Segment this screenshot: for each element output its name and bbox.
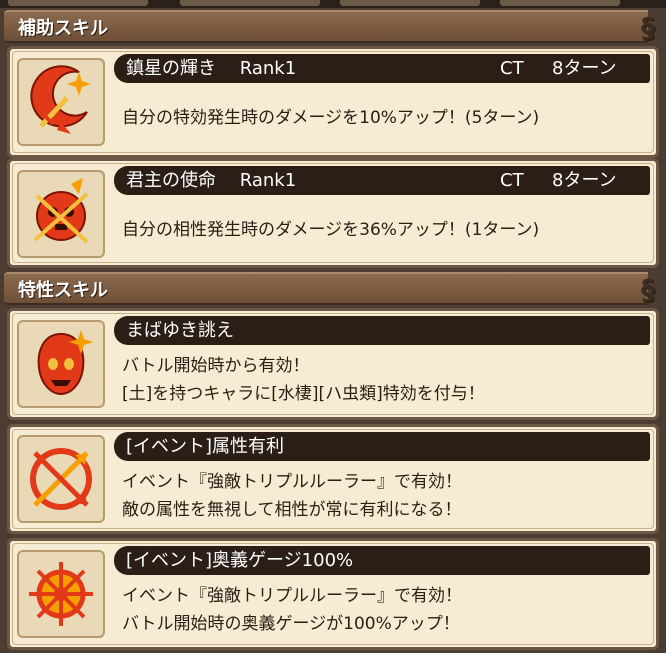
skill-description-line-1: バトル開始時から有効！	[122, 356, 310, 376]
support-skills-header-label: 補助スキル	[18, 18, 108, 39]
skill-title-bar: [イベント]奥義ゲージ100%	[114, 546, 650, 575]
top-edge	[0, 0, 666, 8]
skull-burst-icon	[17, 320, 105, 408]
support-skill-card[interactable]: 君主の使命 Rank1 CT 8ターン 自分の相性発生時のダメージを36%アップ…	[7, 158, 659, 268]
support-skills-header: 補助スキル §	[4, 10, 655, 44]
skill-description-line-2: [土]を持つキャラに[水棲][ハ虫類]特効を付与！	[122, 384, 485, 404]
skill-description: 自分の相性発生時のダメージを36%アップ！(1ターン)	[122, 220, 540, 240]
compass-star-icon	[17, 550, 105, 638]
crescent-sword-icon	[17, 58, 105, 146]
skill-description-line-2: 敵の属性を無視して相性が常に有利になる！	[122, 500, 462, 520]
skull-swords-icon	[17, 170, 105, 258]
ct-label: CT	[500, 170, 524, 191]
skill-title-bar: [イベント]属性有利	[114, 432, 650, 461]
ct-label: CT	[500, 58, 524, 79]
skill-description-line-1: イベント『強敵トリプルルーラー』で有効！	[122, 472, 462, 492]
ct-turns: 8ターン	[552, 170, 617, 191]
ct-turns: 8ターン	[552, 58, 617, 79]
trait-skill-card[interactable]: まばゆき誂え バトル開始時から有効！ [土]を持つキャラに[水棲][ハ虫類]特効…	[7, 308, 659, 420]
skill-name: まばゆき誂え	[126, 320, 234, 341]
skill-description-line-2: バトル開始時の奥義ゲージが100%アップ！	[122, 614, 460, 634]
support-skill-card[interactable]: 鎮星の輝き Rank1 CT 8ターン 自分の特効発生時のダメージを10%アップ…	[7, 46, 659, 158]
trait-skills-header: 特性スキル §	[4, 272, 655, 306]
skill-name: [イベント]奥義ゲージ100%	[126, 550, 354, 571]
trait-skill-card[interactable]: [イベント]奥義ゲージ100% イベント『強敵トリプルルーラー』で有効！ バトル…	[7, 538, 659, 650]
trait-skills-header-label: 特性スキル	[18, 280, 108, 301]
skill-description-line-1: イベント『強敵トリプルルーラー』で有効！	[122, 586, 462, 606]
scroll-curl-icon: §	[641, 273, 655, 306]
crossed-arrows-icon	[17, 435, 105, 523]
skill-title-bar: 君主の使命 Rank1 CT 8ターン	[114, 166, 650, 195]
skill-description: 自分の特効発生時のダメージを10%アップ！(5ターン)	[122, 108, 540, 128]
skill-name: 鎮星の輝き	[126, 58, 216, 79]
skill-panel: 補助スキル § 鎮星の輝き Rank1 CT 8ターン 自分の特効発生時のダメー…	[0, 0, 666, 653]
trait-skill-card[interactable]: [イベント]属性有利 イベント『強敵トリプルルーラー』で有効！ 敵の属性を無視し…	[7, 424, 659, 534]
skill-title-bar: まばゆき誂え	[114, 316, 650, 345]
skill-name: [イベント]属性有利	[126, 436, 285, 457]
skill-rank: Rank1	[239, 170, 297, 191]
skill-title-bar: 鎮星の輝き Rank1 CT 8ターン	[114, 54, 650, 83]
scroll-curl-icon: §	[641, 11, 655, 44]
skill-rank: Rank1	[239, 58, 297, 79]
skill-name: 君主の使命	[126, 170, 216, 191]
